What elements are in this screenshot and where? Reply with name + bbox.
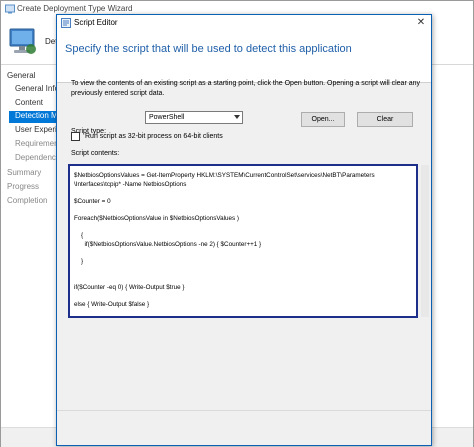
- run-32bit-label: Run script as 32-bit process on 64-bit c…: [85, 133, 223, 140]
- script-line: if($Counter -eq 0) { Write-Output $true …: [74, 283, 185, 291]
- nav-item-dependencies[interactable]: Dependencies: [15, 153, 57, 165]
- wizard-app-icon: [5, 4, 15, 14]
- nav-item-summary[interactable]: Summary: [7, 168, 57, 180]
- script-line: Foreach($NetbiosOptionsValue in $Netbios…: [74, 215, 239, 222]
- dialog-footer-divider: [57, 410, 431, 411]
- script-line: {: [74, 232, 84, 240]
- dialog-title: Script Editor: [74, 18, 118, 27]
- script-line: if($NetbiosOptionsValue.NetbiosOptions -…: [74, 240, 262, 248]
- nav-item-general-information[interactable]: General Informat: [15, 84, 57, 96]
- open-button[interactable]: Open...: [301, 112, 345, 127]
- nav-item-progress[interactable]: Progress: [7, 182, 57, 194]
- wizard-title: Create Deployment Type Wizard: [17, 4, 133, 13]
- script-line: $NetbiosOptionsValues = Get-ItemProperty…: [74, 172, 375, 179]
- script-editor-dialog: Script Editor ✕ Specify the script that …: [56, 14, 432, 446]
- nav-item-detection-method[interactable]: Detection Me: [9, 111, 57, 123]
- dialog-heading: Specify the script that will be used to …: [65, 43, 352, 55]
- nav-item-content[interactable]: Content: [15, 98, 57, 110]
- script-line: else { Write-Output $false }: [74, 301, 150, 308]
- script-line: }: [74, 258, 84, 265]
- dialog-banner: Specify the script that will be used to …: [57, 31, 431, 83]
- script-line: $Counter = 0: [74, 197, 111, 205]
- vertical-scrollbar[interactable]: [421, 165, 429, 317]
- script-line: \Interfaces\tcpip* -Name NetbiosOptions: [74, 180, 187, 188]
- dialog-titlebar: Script Editor ✕: [57, 15, 431, 31]
- nav-item-general[interactable]: General: [7, 71, 57, 83]
- wizard-nav: General General Informat Content Detecti…: [1, 67, 57, 447]
- nav-item-requirements[interactable]: Requirements: [15, 139, 57, 151]
- computer-icon: [9, 28, 36, 54]
- clear-button[interactable]: Clear: [357, 112, 413, 127]
- run-32bit-checkbox[interactable]: [71, 132, 80, 141]
- chevron-down-icon: [234, 115, 240, 119]
- close-icon[interactable]: ✕: [413, 16, 429, 30]
- nav-item-user-experience[interactable]: User Experience: [15, 125, 57, 137]
- script-type-value: PowerShell: [149, 114, 185, 121]
- script-type-select[interactable]: PowerShell: [145, 111, 243, 124]
- script-contents-textarea[interactable]: $NetbiosOptionsValues = Get-ItemProperty…: [69, 165, 417, 317]
- script-contents-label: Script contents:: [71, 150, 120, 157]
- nav-item-completion[interactable]: Completion: [7, 196, 57, 208]
- script-editor-icon: [61, 18, 71, 28]
- dialog-description: To view the contents of an existing scri…: [71, 80, 421, 97]
